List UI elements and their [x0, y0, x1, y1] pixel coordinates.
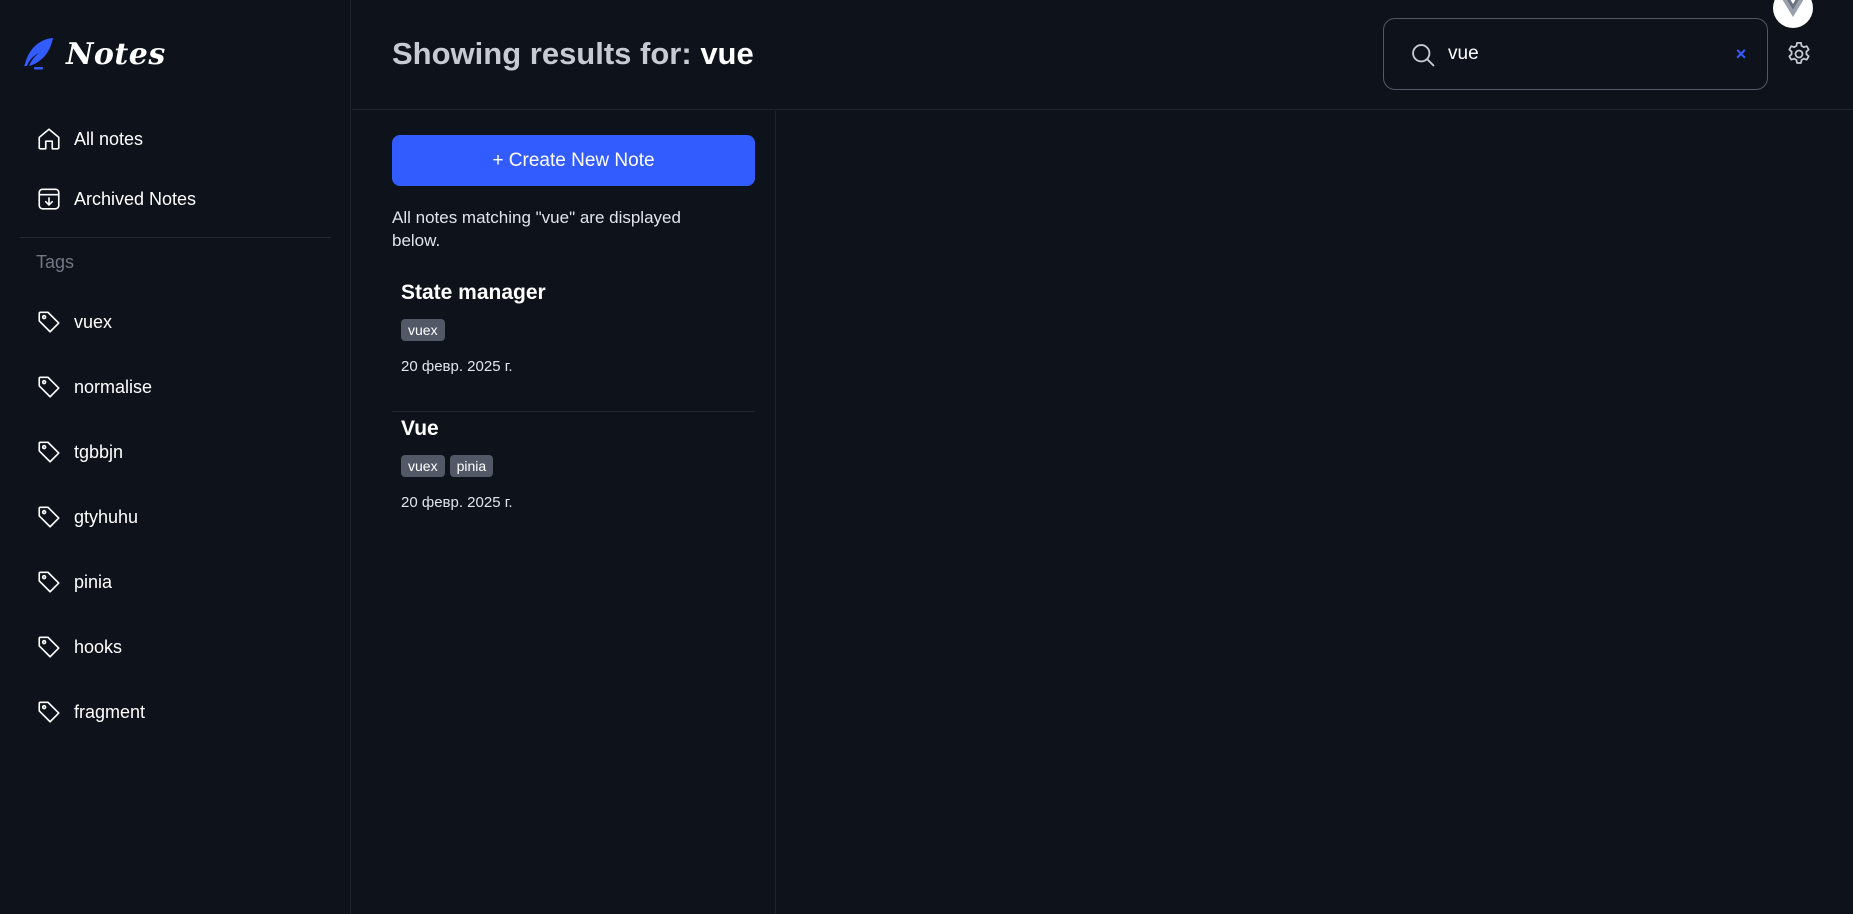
tag-label: normalise: [74, 376, 153, 397]
main-nav: All notes Archived Notes: [20, 114, 331, 224]
tag-label: fragment: [74, 701, 146, 722]
nav-item-archived-notes[interactable]: Archived Notes: [20, 174, 331, 224]
note-date: 20 февр. 2025 г.: [401, 358, 513, 375]
tag-list: vuex normalise tgbbjn gtyhuhu pinia hook…: [20, 297, 331, 737]
tag-icon: [38, 701, 60, 723]
tag-item-fragment[interactable]: fragment: [20, 687, 331, 737]
note-title: State manager: [401, 281, 546, 304]
tags-heading: Tags: [36, 252, 75, 272]
tag-item-pinia[interactable]: pinia: [20, 557, 331, 607]
search-icon: [1412, 44, 1435, 67]
notes-list-column: + Create New Note All notes matching "vu…: [352, 111, 776, 914]
page-title-query: vue: [700, 36, 754, 71]
tag-icon: [38, 311, 60, 333]
note-date: 20 февр. 2025 г.: [401, 494, 513, 511]
create-new-note-button[interactable]: + Create New Note: [392, 135, 755, 186]
settings-gear-icon[interactable]: [1785, 40, 1813, 68]
clear-search-button[interactable]: ×: [1730, 43, 1752, 65]
tag-icon: [38, 376, 60, 398]
note-tags: vuex pinia: [401, 455, 755, 477]
tag-icon: [38, 506, 60, 528]
note-title: Vue: [401, 417, 439, 440]
tag-item-vuex[interactable]: vuex: [20, 297, 331, 347]
search-box[interactable]: ×: [1383, 18, 1768, 90]
note-card[interactable]: State manager vuex 20 февр. 2025 г.: [392, 279, 755, 412]
tag-icon: [38, 441, 60, 463]
tag-item-tgbbjn[interactable]: tgbbjn: [20, 427, 331, 477]
sidebar: Notes All notes Archived Notes Tags vuex…: [0, 0, 351, 914]
sidebar-divider: [20, 237, 331, 238]
tag-label: vuex: [74, 311, 113, 332]
archive-icon: [38, 188, 60, 210]
note-tag: vuex: [401, 319, 445, 341]
tag-label: tgbbjn: [74, 441, 124, 462]
header: Showing results for: vue ×: [352, 0, 1853, 110]
note-tags: vuex: [401, 319, 755, 341]
nav-label-all-notes: All notes: [74, 128, 144, 149]
search-result-message: All notes matching "vue" are displayed b…: [392, 208, 681, 250]
tag-icon: [38, 571, 60, 593]
notes-app: Notes All notes Archived Notes Tags vuex…: [0, 0, 1853, 914]
vue-logo-icon: [1782, 0, 1804, 17]
tag-item-hooks[interactable]: hooks: [20, 622, 331, 672]
note-tag: vuex: [401, 455, 445, 477]
tag-label: gtyhuhu: [74, 506, 139, 527]
tag-item-gtyhuhu[interactable]: gtyhuhu: [20, 492, 331, 542]
logo[interactable]: Notes: [20, 36, 166, 72]
tag-item-normalise[interactable]: normalise: [20, 362, 331, 412]
tag-icon: [38, 636, 60, 658]
tag-label: hooks: [74, 636, 123, 657]
search-input[interactable]: [1448, 39, 1708, 69]
logo-text: Notes: [66, 36, 166, 72]
home-icon: [38, 128, 60, 150]
page-title-prefix: Showing results for:: [392, 36, 692, 71]
page-title: Showing results for: vue: [392, 36, 754, 72]
note-card[interactable]: Vue vuex pinia 20 февр. 2025 г.: [392, 415, 755, 545]
nav-item-all-notes[interactable]: All notes: [20, 114, 331, 164]
feather-logo-icon: [24, 38, 53, 70]
note-tag: pinia: [449, 455, 494, 477]
nav-label-archived-notes: Archived Notes: [74, 188, 197, 209]
tag-label: pinia: [74, 571, 113, 592]
